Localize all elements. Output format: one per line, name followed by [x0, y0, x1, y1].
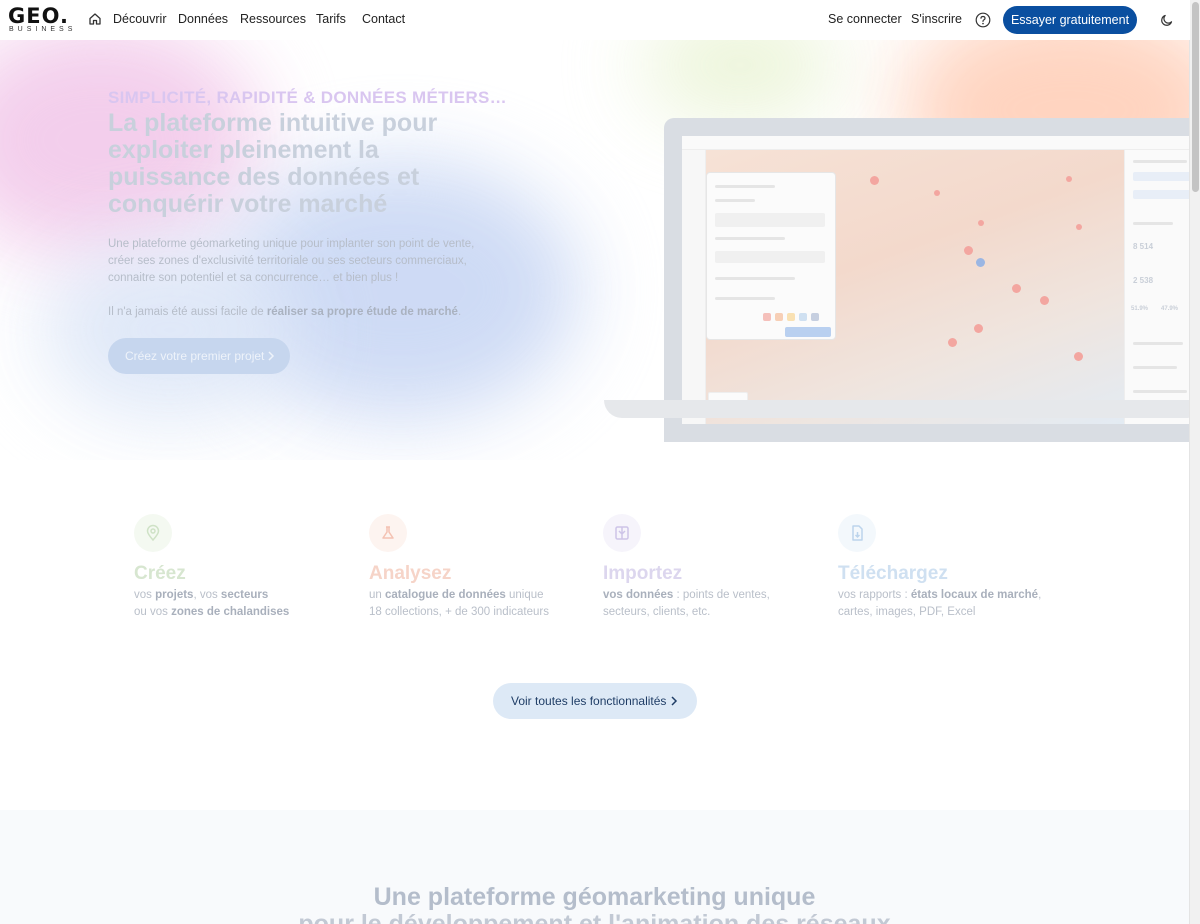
- logo[interactable]: GEO. BUSINESS: [8, 6, 74, 34]
- chevron-right-icon: [671, 696, 678, 706]
- map-settings-panel: [706, 172, 836, 340]
- feature-import: Importez vos données : points de ventes,…: [603, 514, 823, 621]
- moon-icon[interactable]: [1160, 13, 1174, 27]
- signup-link[interactable]: S'inscrire: [911, 12, 962, 26]
- hero-kicker: SIMPLICITÉ, RAPIDITÉ & DONNÉES MÉTIERS…: [108, 88, 507, 107]
- help-icon[interactable]: [975, 12, 991, 28]
- nav-link-discover[interactable]: Découvrir: [113, 12, 167, 26]
- hero-tagline-emphasis: réaliser sa propre étude de marché: [266, 306, 458, 318]
- try-free-button[interactable]: Essayer gratuitement: [1003, 6, 1137, 34]
- feature-description: vos données : points de ventes, secteurs…: [603, 589, 770, 618]
- all-features-button[interactable]: Voir toutes les fonctionnalités: [493, 683, 697, 719]
- top-navbar: GEO. BUSINESS Découvrir Données Ressourc…: [0, 0, 1190, 40]
- hero-description: Une plateforme géomarketing unique pour …: [108, 238, 475, 284]
- feature-title: Téléchargez: [838, 563, 948, 584]
- features-section: Créez vos projets, vos secteurs ou vos z…: [0, 500, 1189, 640]
- logo-sub: BUSINESS: [9, 26, 77, 33]
- feature-download: Téléchargez vos rapports : états locaux …: [838, 514, 1058, 621]
- flask-icon: [369, 514, 407, 552]
- stat-pct-1: 51.9%: [1131, 306, 1149, 312]
- feature-create: Créez vos projets, vos secteurs ou vos z…: [134, 514, 354, 621]
- scrollbar-thumb[interactable]: [1192, 2, 1199, 192]
- laptop-mockup: 8 514 2 538 51.9% 47.9%: [664, 118, 1189, 442]
- feature-analyze: Analysez un catalogue de données unique …: [369, 514, 589, 621]
- create-project-button[interactable]: Créez votre premier projet: [108, 338, 290, 374]
- file-download-icon: [838, 514, 876, 552]
- scrollbar[interactable]: [1189, 0, 1200, 924]
- nav-link-contact[interactable]: Contact: [362, 12, 405, 26]
- all-features-label: Voir toutes les fonctionnalités: [511, 694, 667, 708]
- section-title: Une plateforme géomarketing unique: [373, 883, 816, 911]
- feature-title: Importez: [603, 563, 683, 584]
- hero-gradient-green: [640, 40, 840, 120]
- feature-description: vos rapports : états locaux de marché, c…: [838, 589, 1042, 618]
- login-link[interactable]: Se connecter: [828, 12, 902, 26]
- home-icon[interactable]: [88, 12, 102, 26]
- feature-description: un catalogue de données unique 18 collec…: [369, 589, 549, 618]
- feature-title: Créez: [134, 563, 186, 584]
- nav-link-data[interactable]: Données: [178, 12, 228, 26]
- app-topbar: [682, 136, 1189, 150]
- nav-link-resources[interactable]: Ressources: [240, 12, 306, 26]
- import-icon: [603, 514, 641, 552]
- chevron-right-icon: [268, 351, 275, 361]
- laptop-base: [604, 400, 1189, 418]
- stat-value-2: 2 538: [1133, 276, 1154, 285]
- nav-link-pricing[interactable]: Tarifs: [316, 12, 346, 26]
- hero-title: La plateforme intuitive pour exploiter p…: [108, 109, 438, 218]
- section-title-line2: pour le développement et l'animation des…: [298, 910, 891, 924]
- feature-title: Analysez: [369, 563, 452, 584]
- app-screenshot: 8 514 2 538 51.9% 47.9%: [682, 136, 1189, 424]
- logo-main: GEO.: [8, 4, 69, 28]
- stat-pct-2: 47.9%: [1161, 306, 1179, 312]
- hero-tagline: Il n'a jamais été aussi facile de réalis…: [108, 306, 462, 318]
- create-project-label: Créez votre premier projet: [125, 349, 265, 363]
- app-sidebar: [682, 150, 706, 424]
- feature-description: vos projets, vos secteurs ou vos zones d…: [134, 589, 290, 618]
- stats-panel: 8 514 2 538 51.9% 47.9%: [1124, 150, 1189, 424]
- hero-section: 8 514 2 538 51.9% 47.9% SIMPLICITÉ, RAPI…: [0, 40, 1189, 460]
- stat-value-1: 8 514: [1133, 242, 1154, 251]
- map-pin-icon: [134, 514, 172, 552]
